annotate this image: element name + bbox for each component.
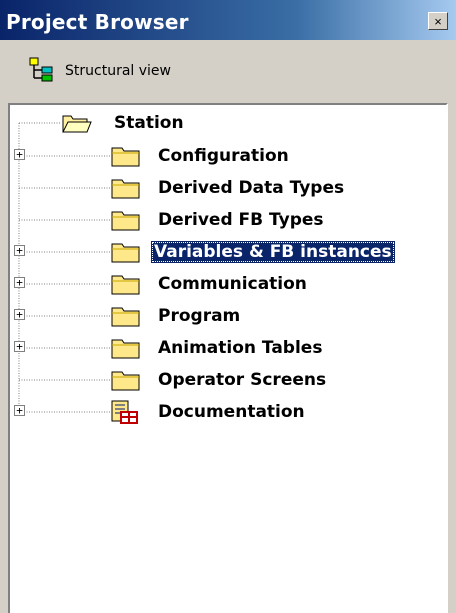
tree-node-program[interactable]: + Program [10,303,440,329]
folder-icon [111,179,140,199]
tree-node-documentation[interactable]: + Documentation [10,399,440,425]
expand-icon[interactable]: + [14,309,25,320]
view-selector[interactable]: Structural view [8,48,449,100]
documentation-icon [111,400,138,424]
tree-node-configuration[interactable]: + Configuration [10,143,440,169]
tree-node-variables-fb-instances[interactable]: + Variables & FB instances [10,239,440,265]
tree-node-label: Derived FB Types [158,210,324,230]
tree-node-label: Program [158,306,241,326]
tree-node-label: Configuration [158,146,289,166]
tree-node-station[interactable]: Station [10,110,440,136]
folder-icon [111,211,140,231]
expand-icon[interactable]: + [14,277,25,288]
tree-node-label: Communication [158,274,307,294]
folder-icon [111,243,140,263]
project-tree[interactable]: Station + Configuration Derived Data Typ… [8,103,448,613]
folder-icon [111,307,140,327]
expand-icon[interactable]: + [14,245,25,256]
tree-node-label: Animation Tables [158,338,323,358]
title-bar: Project Browser × [0,0,456,40]
view-label: Structural view [65,63,171,79]
tree-node-label: Operator Screens [158,370,327,390]
window-title: Project Browser [6,10,189,34]
tree-node-derived-fb-types[interactable]: Derived FB Types [10,207,440,233]
folder-icon [111,275,140,295]
tree-node-derived-data-types[interactable]: Derived Data Types [10,175,440,201]
open-folder-icon [62,115,92,133]
tree-node-label: Variables & FB instances [151,241,395,263]
folder-icon [111,339,140,359]
tree-node-label: Documentation [158,402,305,422]
tree-node-label: Derived Data Types [158,178,345,198]
expand-icon[interactable]: + [14,149,25,160]
tree-node-animation-tables[interactable]: + Animation Tables [10,335,440,361]
folder-icon [111,147,140,167]
tree-node-label: Station [114,113,184,133]
tree-node-communication[interactable]: + Communication [10,271,440,297]
structural-view-icon [29,57,53,82]
close-icon: × [434,13,442,29]
expand-icon[interactable]: + [14,341,25,352]
expand-icon[interactable]: + [14,405,25,416]
folder-icon [111,371,140,391]
close-button[interactable]: × [428,12,448,30]
tree-node-operator-screens[interactable]: Operator Screens [10,367,440,393]
